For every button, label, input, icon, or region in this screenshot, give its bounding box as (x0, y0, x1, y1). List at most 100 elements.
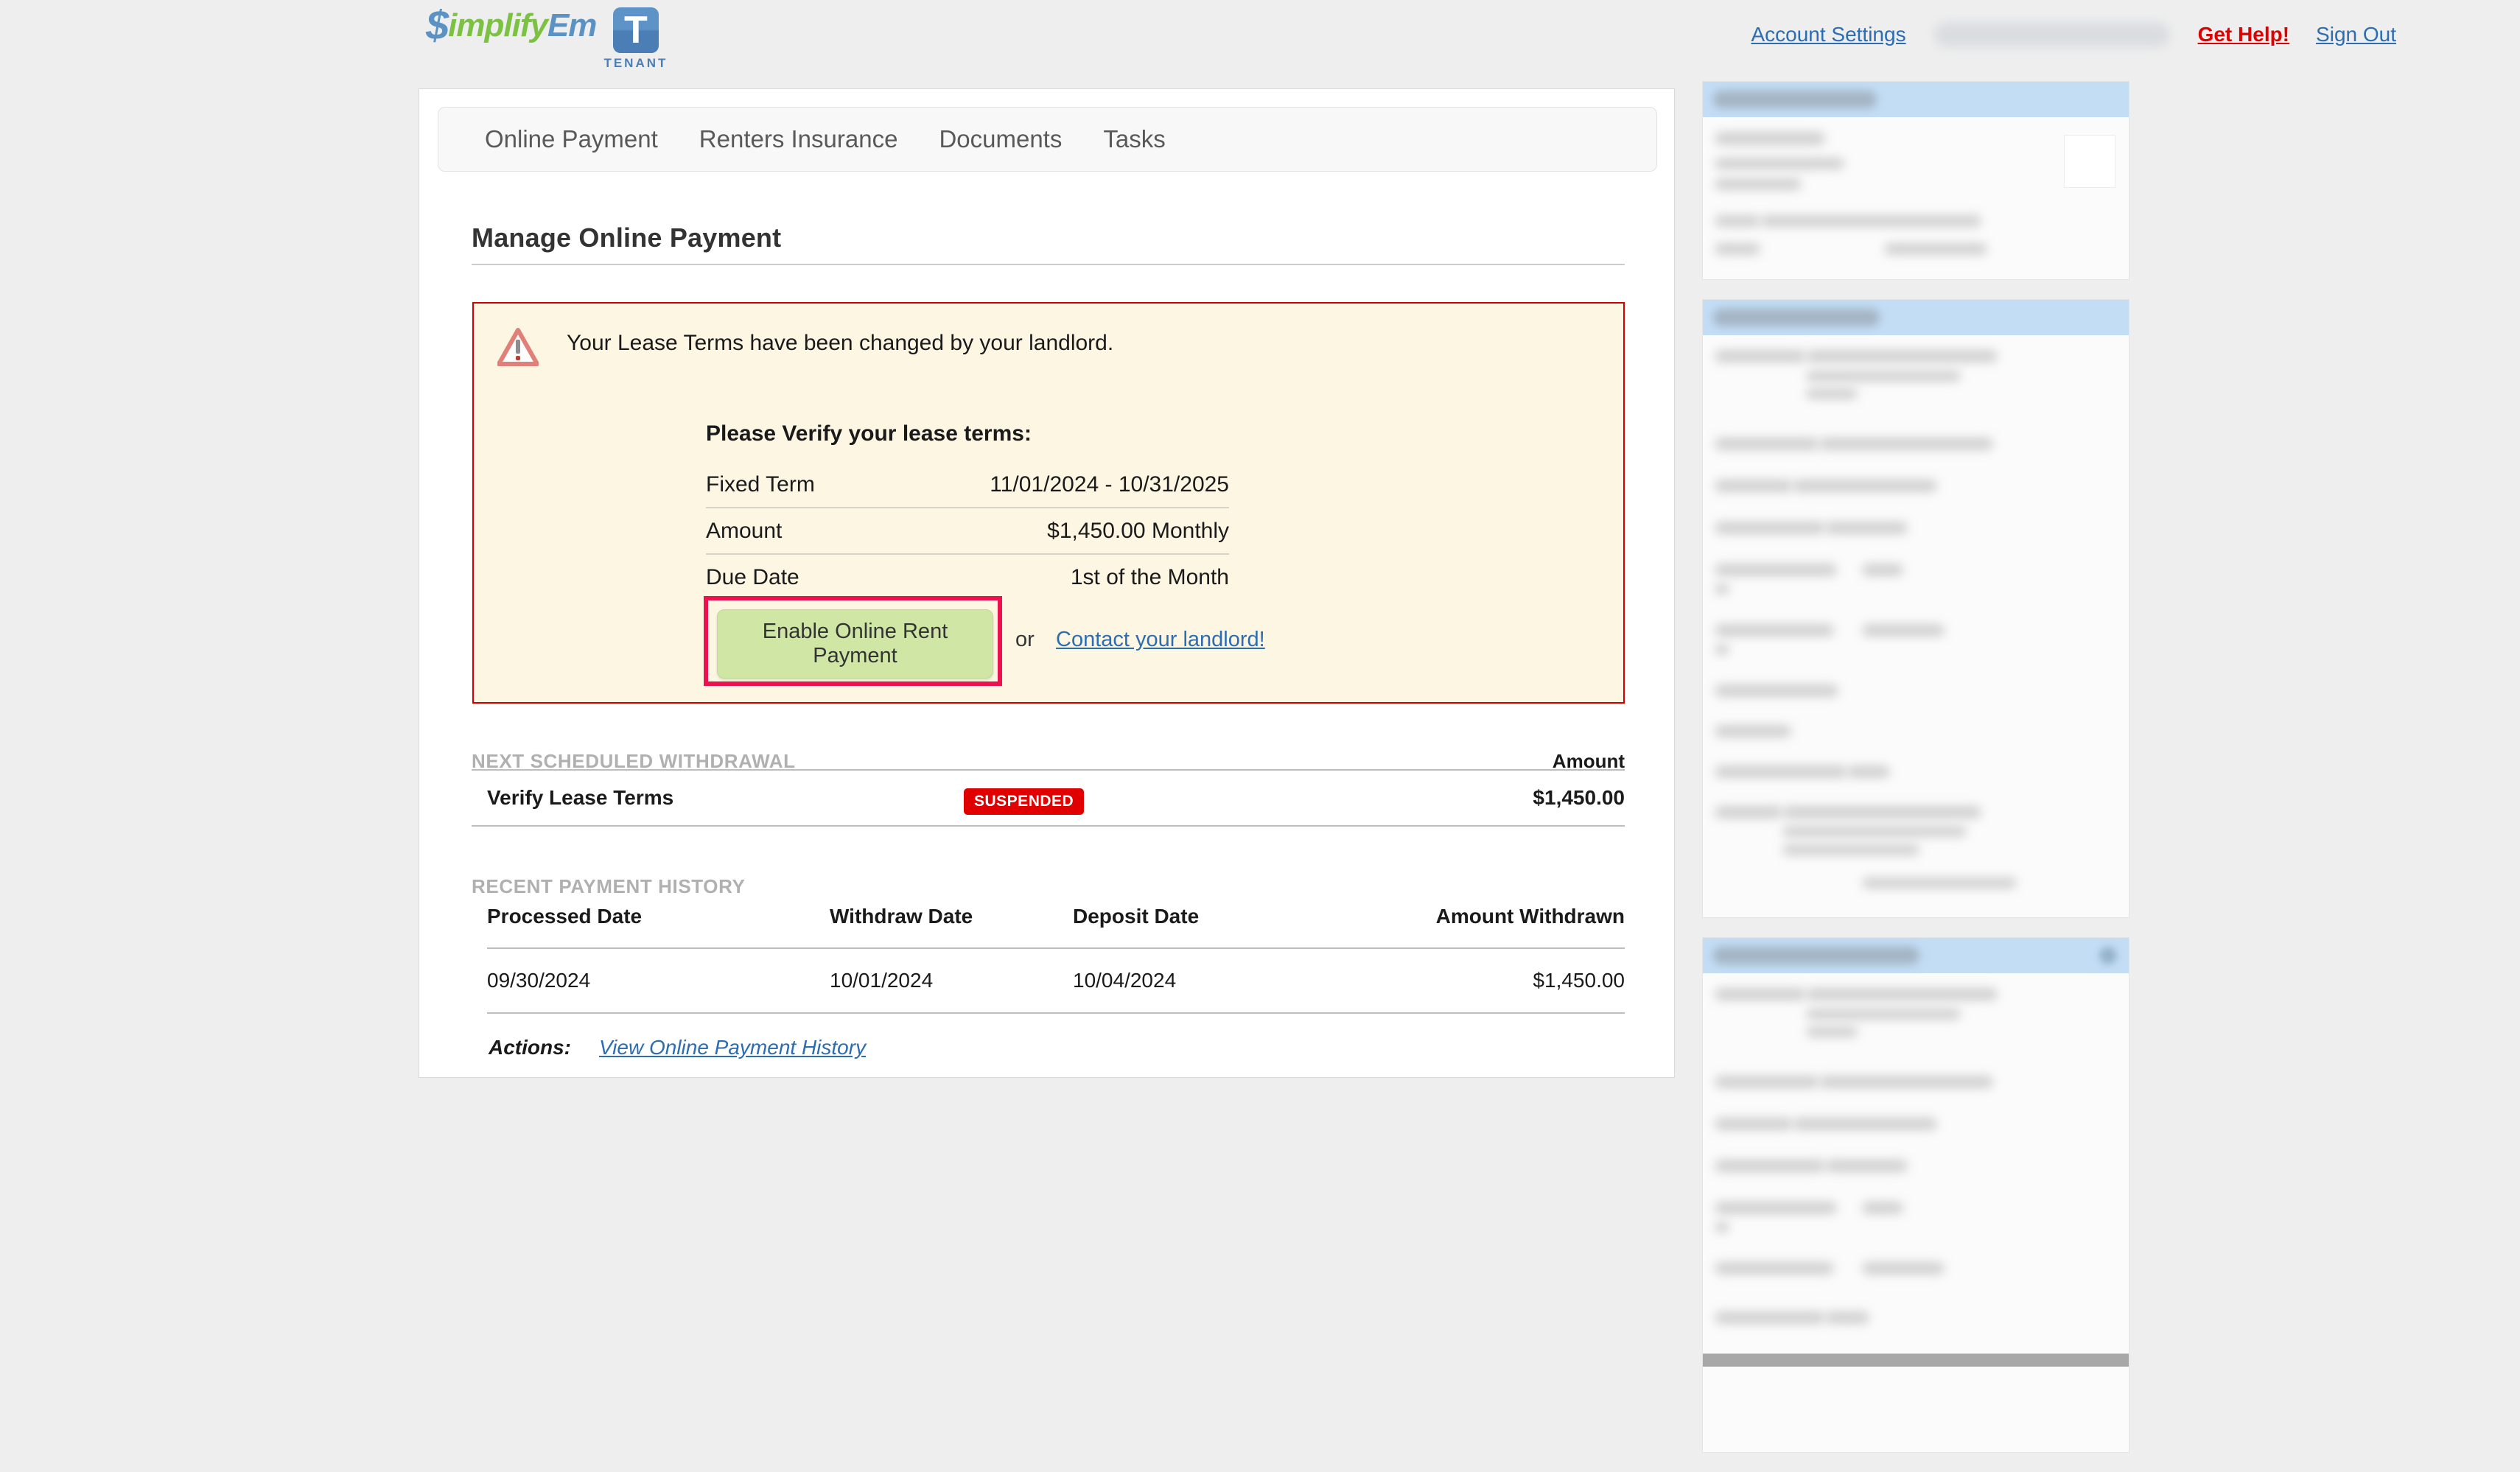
cell-processed-date: 09/30/2024 (487, 948, 830, 1013)
get-help-link[interactable]: Get Help! (2198, 23, 2289, 46)
redacted-label (1715, 684, 1838, 697)
list-item (1715, 158, 2117, 169)
redacted-value (1806, 350, 1998, 362)
sidebar-panel-1 (1702, 81, 2129, 280)
lease-term-value: 1st of the Month (869, 554, 1229, 600)
list-item (1715, 1202, 2117, 1233)
next-withdrawal-divider-top (472, 769, 1625, 771)
redacted-label (1715, 438, 1819, 450)
redacted-label (1715, 564, 1837, 576)
sidebar-panel-3-body (1703, 973, 2129, 1353)
list-item (1715, 1076, 2117, 1088)
redacted-value-group (1782, 806, 2117, 855)
contact-your-landlord-link[interactable]: Contact your landlord! (1056, 628, 1265, 652)
list-item (1715, 215, 2117, 227)
right-sidebar (1702, 81, 2129, 1472)
panel-action-icon[interactable] (2099, 947, 2117, 964)
sidebar-panel-3-scrollbar[interactable] (1703, 1353, 2129, 1367)
sidebar-panel-2-header (1703, 300, 2129, 335)
list-item (1715, 725, 2117, 737)
list-item (1715, 988, 2117, 1037)
tab-bar: Online Payment Renters Insurance Documen… (438, 107, 1657, 172)
redacted-value (1819, 1076, 1993, 1088)
redacted-value (1862, 564, 1903, 576)
column-deposit-date: Deposit Date (1073, 905, 1382, 948)
lease-term-value: 11/01/2024 - 10/31/2025 (869, 462, 1229, 508)
redacted-value (1862, 877, 2017, 889)
sidebar-panel-2-title-redacted (1713, 309, 1880, 326)
redacted-label (1715, 1160, 1825, 1172)
redacted-value (1782, 806, 1981, 819)
list-item (1715, 480, 2117, 492)
redacted-value (1793, 1118, 1937, 1130)
sidebar-panel-3 (1702, 937, 2129, 1453)
header-links: Account Settings Get Help! Sign Out (1751, 22, 2396, 47)
redacted-value (1806, 388, 1858, 399)
view-online-payment-history-link[interactable]: View Online Payment History (599, 1036, 866, 1059)
list-item (1715, 1311, 2117, 1324)
lease-terms-alert: Your Lease Terms have been changed by yo… (472, 302, 1625, 704)
redacted-text (1715, 158, 1844, 169)
warning-triangle-icon (497, 327, 539, 368)
redacted-value (1793, 480, 1937, 492)
redacted-value (1862, 624, 1945, 637)
account-email-redacted (1934, 22, 2170, 47)
top-header-bar: $implifyEm T TENANT Account Settings Get… (0, 0, 2520, 76)
cell-deposit-date: 10/04/2024 (1073, 948, 1382, 1013)
redacted-text (1715, 178, 1802, 190)
list-item (1715, 438, 2117, 450)
next-withdrawal-row-label: Verify Lease Terms (487, 786, 673, 810)
tenant-badge: T TENANT (603, 7, 668, 71)
tab-documents[interactable]: Documents (939, 125, 1062, 153)
sidebar-panel-1-body (1703, 117, 2129, 280)
redacted-value (1806, 988, 1998, 1000)
list-item (1715, 564, 2117, 595)
cell-withdraw-date: 10/01/2024 (830, 948, 1073, 1013)
redacted-label (1715, 583, 1729, 595)
list-item (1715, 350, 2117, 399)
list-item (1715, 765, 2117, 778)
list-item (1715, 178, 2117, 190)
redacted-label-group (1715, 624, 1862, 655)
lease-term-row-due-date: Due Date 1st of the Month (706, 554, 1229, 600)
redacted-label (1715, 988, 1806, 1000)
sidebar-panel-2-body (1703, 335, 2129, 918)
redacted-label (1715, 765, 1847, 778)
account-settings-link[interactable]: Account Settings (1751, 23, 1905, 46)
redacted-label-group (1715, 564, 1862, 595)
lease-terms-table: Fixed Term 11/01/2024 - 10/31/2025 Amoun… (706, 462, 1229, 600)
tab-renters-insurance[interactable]: Renters Insurance (699, 125, 898, 153)
redacted-value (1806, 1026, 1858, 1037)
redacted-label (1715, 243, 1760, 255)
sidebar-panel-3-title-redacted (1713, 947, 1919, 964)
redacted-value (1819, 438, 1993, 450)
redacted-value (1862, 1202, 1903, 1214)
redacted-value (1847, 765, 1890, 778)
logo-dollar-sign: $ (426, 1, 448, 48)
redacted-label (1715, 644, 1729, 655)
list-item (1715, 132, 2117, 152)
redacted-label (1715, 1118, 1793, 1130)
redacted-label (1715, 350, 1806, 362)
redacted-value (1825, 1311, 1869, 1324)
sign-out-link[interactable]: Sign Out (2316, 23, 2396, 46)
redacted-value (1862, 1262, 1945, 1275)
list-item (1715, 806, 2117, 855)
redacted-value-group (1806, 350, 2117, 399)
lease-term-row-amount: Amount $1,450.00 Monthly (706, 508, 1229, 554)
simplifyem-logo[interactable]: $implifyEm T TENANT (426, 6, 668, 71)
redacted-value (1782, 826, 1967, 837)
tab-online-payment[interactable]: Online Payment (485, 125, 658, 153)
logo-wordmark: $implifyEm (426, 6, 596, 45)
tenant-badge-letter: T (613, 7, 659, 53)
list-item (1715, 1262, 2117, 1282)
status-badge-suspended: SUSPENDED (964, 788, 1084, 815)
redacted-value (1806, 1009, 1961, 1020)
table-row: 09/30/2024 10/01/2024 10/04/2024 $1,450.… (487, 948, 1625, 1013)
redacted-value (1782, 844, 1919, 855)
redacted-value (1760, 215, 1981, 227)
enable-online-rent-payment-button[interactable]: Enable Online Rent Payment (717, 609, 993, 679)
payment-history-header-row: Processed Date Withdraw Date Deposit Dat… (487, 905, 1625, 948)
tab-tasks[interactable]: Tasks (1103, 125, 1165, 153)
payment-history-table: Processed Date Withdraw Date Deposit Dat… (487, 905, 1625, 1014)
